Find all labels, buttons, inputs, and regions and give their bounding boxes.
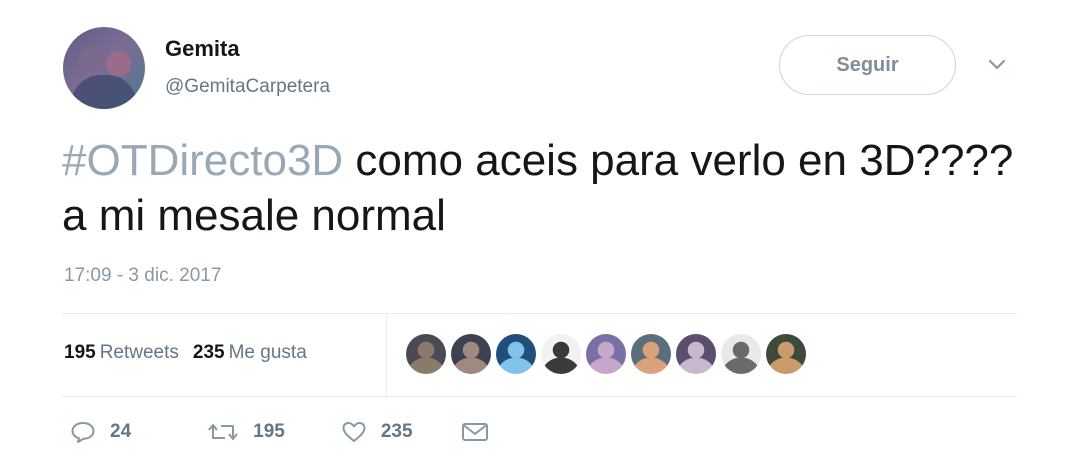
retweet-count: 195 <box>253 421 285 442</box>
divider-bottom <box>62 396 1017 397</box>
liker-avatar[interactable] <box>496 334 536 374</box>
like-count: 235 <box>380 421 413 442</box>
retweet-action[interactable]: 195 <box>207 420 285 444</box>
hashtag-link[interactable]: #OTDirecto3D <box>62 136 343 185</box>
heart-icon <box>342 422 366 442</box>
stats-divider <box>386 314 387 396</box>
liker-avatar[interactable] <box>631 334 671 374</box>
tweet-stats: 195 Retweets 235 Me gusta <box>64 342 307 364</box>
tweet-actions: 24 195 235 <box>70 420 537 444</box>
direct-message-action[interactable] <box>461 421 489 443</box>
reply-count: 24 <box>110 421 132 442</box>
likes-label: Me gusta <box>228 342 307 363</box>
likes-stat[interactable]: 235 Me gusta <box>193 342 307 363</box>
chevron-down-icon[interactable] <box>985 55 1009 75</box>
liker-avatar[interactable] <box>541 334 581 374</box>
tweet-text: #OTDirecto3D como aceis para verlo en 3D… <box>62 133 1042 243</box>
retweets-label: Retweets <box>99 342 179 363</box>
likers-avatars <box>406 334 806 374</box>
user-handle[interactable]: @GemitaCarpetera <box>165 76 330 98</box>
tweet-card: Gemita @GemitaCarpetera Seguir #OTDirect… <box>0 0 1080 475</box>
liker-avatar[interactable] <box>451 334 491 374</box>
liker-avatar[interactable] <box>676 334 716 374</box>
liker-avatar[interactable] <box>586 334 626 374</box>
liker-avatar[interactable] <box>721 334 761 374</box>
retweet-icon <box>208 424 238 440</box>
envelope-icon <box>461 423 488 441</box>
divider-top <box>62 313 1017 314</box>
display-name[interactable]: Gemita <box>165 36 240 62</box>
tweet-timestamp[interactable]: 17:09 - 3 dic. 2017 <box>64 265 221 287</box>
likes-count: 235 <box>192 342 225 363</box>
reply-icon <box>71 422 95 443</box>
retweets-count: 195 <box>64 342 96 363</box>
like-action[interactable]: 235 <box>341 420 413 444</box>
liker-avatar[interactable] <box>406 334 446 374</box>
user-avatar[interactable] <box>63 27 145 109</box>
reply-action[interactable]: 24 <box>70 420 131 444</box>
liker-avatar[interactable] <box>766 334 806 374</box>
retweets-stat[interactable]: 195 Retweets <box>64 342 179 363</box>
follow-button[interactable]: Seguir <box>779 35 956 95</box>
